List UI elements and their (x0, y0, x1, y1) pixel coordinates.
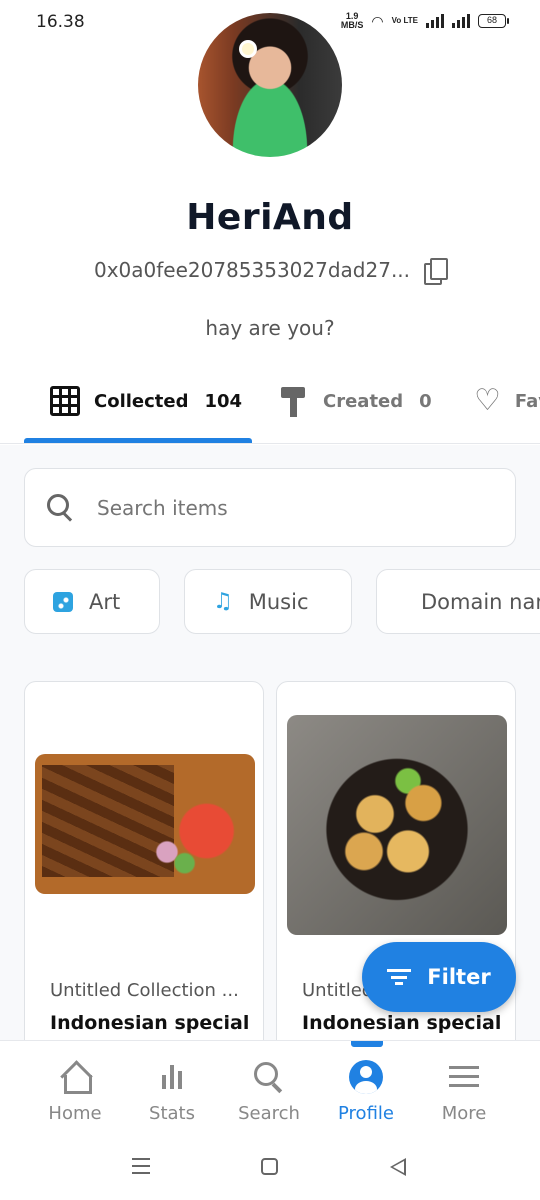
copy-icon[interactable] (424, 258, 449, 285)
filter-icon (387, 969, 412, 985)
item-card[interactable]: Untitled Collection ... Indonesian speci… (24, 681, 264, 1040)
avatar-photo-detail (242, 43, 254, 55)
category-chip-label: Domain names (421, 589, 540, 614)
tab-collected-count: 104 (204, 390, 243, 412)
item-name: Indonesian special (50, 1012, 250, 1034)
tab-created[interactable]: Created 0 (281, 384, 432, 418)
nav-item-more[interactable]: More (414, 1059, 514, 1124)
signal-icon (426, 14, 444, 28)
nav-label: Search (238, 1103, 300, 1124)
profile-icon (349, 1060, 383, 1094)
status-indicators: 1.9 MB/S ◠ Vo LTE 68 (341, 12, 509, 30)
home-icon (60, 1063, 92, 1094)
tab-created-label: Created (323, 390, 404, 412)
category-chip-art[interactable]: Art (24, 569, 160, 634)
stats-icon (162, 1065, 182, 1089)
nav-item-profile[interactable]: Profile (316, 1059, 416, 1124)
profile-bio: hay are you? (205, 316, 335, 340)
nav-label: Stats (149, 1103, 195, 1124)
wallet-address-row: 0x0a0fee20785353027dad27... (0, 258, 540, 285)
bottom-navigation: Home Stats Search Profile More (0, 1040, 540, 1140)
nav-active-indicator (351, 1041, 383, 1047)
signal-icon-2 (452, 14, 470, 28)
menu-icon (449, 1066, 479, 1088)
tab-favorited[interactable]: ♡ Favorited (474, 384, 540, 418)
nav-item-stats[interactable]: Stats (122, 1059, 222, 1124)
grid-icon (50, 386, 80, 416)
filter-button-label: Filter (427, 965, 491, 989)
search-icon (254, 1062, 284, 1092)
tab-collected[interactable]: Collected 104 (50, 384, 242, 418)
avatar[interactable] (198, 13, 342, 157)
battery-icon: 68 (478, 14, 509, 28)
search-input[interactable] (97, 495, 477, 520)
nav-label: Profile (338, 1103, 394, 1124)
category-chip-label: Art (89, 589, 121, 614)
network-speed-unit: MB/S (340, 20, 364, 30)
heart-icon: ♡ (474, 383, 501, 418)
active-tab-indicator (24, 438, 252, 443)
art-icon (53, 591, 73, 612)
status-time: 16.38 (36, 12, 85, 32)
search-bar[interactable] (24, 468, 516, 547)
recent-apps-icon[interactable] (132, 1158, 150, 1174)
item-collection: Untitled Collection ... (50, 980, 239, 1001)
item-image (287, 715, 507, 935)
profile-tabs: Collected 104 Created 0 ♡ Favorited (0, 370, 540, 444)
nav-item-home[interactable]: Home (25, 1059, 125, 1124)
search-icon (47, 493, 75, 522)
nav-label: Home (48, 1103, 102, 1124)
category-chip-domain[interactable]: Domain names (376, 569, 540, 634)
item-name: Indonesian special (302, 1012, 502, 1034)
wallet-address[interactable]: 0x0a0fee20785353027dad27... (94, 258, 410, 282)
tab-favorited-label: Favorited (514, 390, 540, 412)
nav-label: More (441, 1103, 487, 1124)
music-icon: ♫ (213, 589, 233, 614)
filter-button[interactable]: Filter (362, 942, 516, 1012)
tab-created-count: 0 (419, 390, 432, 412)
back-icon[interactable] (390, 1158, 406, 1176)
paint-roller-icon (281, 385, 309, 417)
wifi-icon: ◠ (371, 12, 384, 29)
item-image (35, 754, 255, 894)
nav-item-search[interactable]: Search (219, 1059, 319, 1124)
profile-username: HeriAnd (186, 197, 354, 238)
system-home-icon[interactable] (261, 1158, 278, 1175)
network-speed: 1.9 MB/S (341, 12, 364, 30)
system-navigation-bar (0, 1140, 540, 1200)
tab-collected-label: Collected (94, 390, 189, 412)
category-chip-label: Music (248, 589, 309, 614)
category-chip-music[interactable]: ♫ Music (184, 569, 352, 634)
volte-icon: Vo LTE (391, 16, 418, 25)
